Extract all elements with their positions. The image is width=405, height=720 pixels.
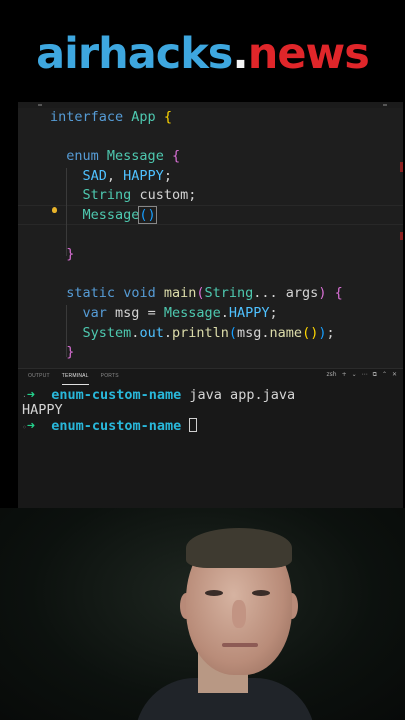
prompt-dir: enum-custom-name <box>51 418 182 434</box>
code-line: System.out.println(msg.name()); <box>82 324 335 341</box>
strip-dot <box>383 104 387 106</box>
panel-actions: zsh + ⌄ ⋯ ⧉ ⌃ ✕ <box>327 370 398 380</box>
channel-banner: airhacks.news <box>0 0 405 102</box>
split-icon[interactable]: ⧉ <box>373 370 377 380</box>
code-line: enum Message { <box>66 148 181 165</box>
tab-output[interactable]: OUTPUT <box>28 371 50 385</box>
code-line: SAD, HAPPY; <box>82 167 172 184</box>
panel-tabs: OUTPUT TERMINAL PORTS <box>28 371 119 385</box>
brand-logo: airhacks.news <box>0 26 405 82</box>
code-line: String custom; <box>82 187 197 204</box>
terminal-cursor <box>189 418 198 432</box>
terminal-output[interactable]: ·➜ enum-custom-name java app.java HAPPY … <box>22 387 296 434</box>
code-text[interactable]: interface App { enum Message { SAD, HAPP… <box>50 108 343 363</box>
terminal-command: java app.java <box>189 387 296 403</box>
terminal-line: ·➜ enum-custom-name java app.java <box>22 387 296 403</box>
bottom-panel: OUTPUT TERMINAL PORTS zsh + ⌄ ⋯ ⧉ ⌃ ✕ ·➜… <box>18 368 403 508</box>
presenter-nose <box>232 600 246 628</box>
terminal-line: HAPPY <box>22 403 295 418</box>
tab-ports[interactable]: PORTS <box>101 371 119 385</box>
tab-terminal[interactable]: TERMINAL <box>61 371 89 385</box>
brand-dot: . <box>232 29 248 79</box>
presenter-eye <box>252 590 270 596</box>
terminal-shell-label[interactable]: zsh <box>327 370 337 380</box>
code-editor[interactable]: interface App { enum Message { SAD, HAPP… <box>18 102 403 368</box>
presenter-hair <box>186 528 292 568</box>
code-line: } <box>66 344 75 361</box>
terminal-line: ◦➜ enum-custom-name <box>22 418 295 434</box>
code-line: Message() <box>82 205 157 224</box>
code-line: var msg = Message.HAPPY; <box>82 304 278 321</box>
scrollbar-marker <box>400 162 403 172</box>
more-icon[interactable]: ⋯ <box>362 370 368 380</box>
brand-part2: news <box>247 29 370 79</box>
prompt-dir: enum-custom-name <box>51 387 182 403</box>
chevron-down-icon[interactable]: ⌄ <box>352 370 357 380</box>
new-terminal-icon[interactable]: + <box>342 370 347 380</box>
close-icon[interactable]: ✕ <box>392 370 397 380</box>
terminal-result: HAPPY <box>22 402 63 418</box>
presenter-eye <box>205 590 223 596</box>
code-line: static void main(String... args) { <box>66 285 343 302</box>
code-line: interface App { <box>50 109 172 125</box>
webcam-overlay <box>0 508 405 720</box>
prompt-arrow-icon: ➜ <box>26 418 35 434</box>
code-line: } <box>66 246 75 263</box>
maximize-icon[interactable]: ⌃ <box>382 370 387 380</box>
scrollbar-marker <box>400 232 403 240</box>
prompt-arrow-icon: ➜ <box>26 387 35 403</box>
strip-dot <box>38 104 42 106</box>
brand-part1: airhacks <box>36 29 233 79</box>
presenter-mouth <box>222 643 258 647</box>
